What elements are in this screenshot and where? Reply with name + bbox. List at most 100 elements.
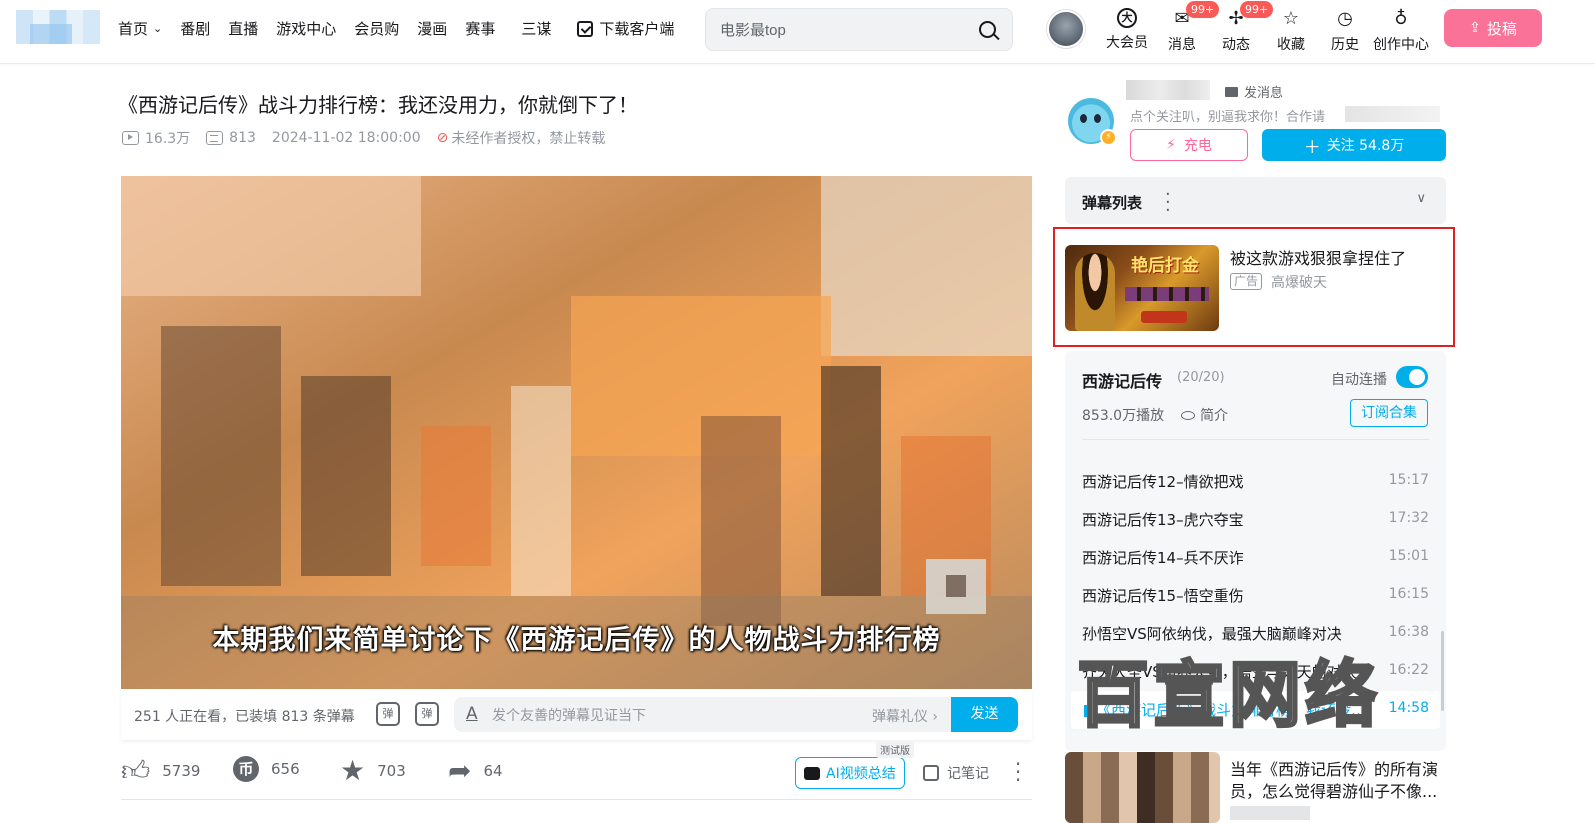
collection-intro-label: 简介 (1200, 408, 1228, 424)
danmaku-settings-button[interactable]: 弹 (415, 702, 439, 726)
upload-label: 投稿 (1486, 19, 1517, 38)
autoplay-toggle[interactable] (1396, 366, 1428, 388)
nav-home[interactable]: 首页 ⌄ (118, 18, 162, 39)
dynamic-button[interactable]: ✢ 99+ 动态 (1210, 1, 1274, 54)
episode-title: 西游记后传13–虎穴夺宝 (1082, 511, 1244, 529)
message-button[interactable]: ✉ 99+ 消息 (1156, 1, 1220, 54)
danmaku-icon (206, 131, 224, 145)
history-label: 历史 (1331, 37, 1359, 53)
more-vertical-icon[interactable]: · · · (1165, 186, 1171, 220)
autoplay-label: 自动连播 (1331, 372, 1387, 388)
send-danmaku-button[interactable]: 发送 (951, 697, 1018, 732)
search-box (705, 8, 1013, 51)
favorite-count: 703 (377, 762, 406, 780)
chevron-down-icon[interactable]: ∨ (1416, 191, 1426, 206)
recommend-thumbnail[interactable] (1065, 752, 1220, 823)
site-logo[interactable] (16, 10, 100, 44)
charge-label: 充电 (1183, 138, 1212, 154)
charge-button[interactable]: ⚡ 充电 (1130, 129, 1248, 161)
nav-game-center-label: 游戏中心 (276, 20, 337, 38)
video-actions: 👍︎ 5739 币 656 ★ 703 ➦ 64 AI视频总结 测试版 记笔记 … (121, 741, 1032, 794)
view-count: 16.3万 (122, 128, 190, 148)
nav-anime[interactable]: 番剧 (180, 18, 210, 39)
episode-duration: 16:15 (1388, 586, 1429, 602)
episode-item[interactable]: 西游记后传12–情欲把戏 15:17 (1082, 471, 1429, 495)
nav-esports[interactable]: 赛事 (465, 18, 495, 39)
nav-sanmou-label: 三谋 (521, 20, 552, 38)
danmaku-input[interactable] (492, 705, 852, 725)
nav-shop[interactable]: 会员购 (354, 18, 399, 39)
favorites-button[interactable]: ☆ 收藏 (1265, 8, 1317, 54)
search-input[interactable] (720, 19, 970, 41)
download-client-link[interactable]: 下载客户端 (577, 18, 674, 39)
like-button[interactable]: 👍︎ 5739 (121, 756, 200, 786)
danmaku-bar: 251 人正在看，已装填 813 条弹幕 弹 弹 A 弹幕礼仪 › 发送 (121, 689, 1032, 740)
copyright-notice-text: 未经作者授权，禁止转载 (451, 131, 606, 147)
subscribe-collection-button[interactable]: 订阅合集 (1350, 399, 1428, 427)
user-avatar[interactable] (1047, 10, 1085, 48)
nav-manga[interactable]: 漫画 (417, 18, 447, 39)
ai-summary-button[interactable]: AI视频总结 (795, 757, 905, 789)
danmaku-toggle-button[interactable]: 弹 (376, 702, 400, 726)
notes-button[interactable]: 记笔记 (923, 763, 989, 783)
collection-title[interactable]: 西游记后传 (1082, 368, 1162, 392)
recommend-card[interactable]: 当年《西游记后传》的所有演员，怎么觉得碧游仙子不像... (1065, 752, 1446, 823)
collection-divider (1082, 439, 1429, 440)
vip-icon: 大 (1117, 8, 1137, 28)
danmaku-etiquette-link[interactable]: 弹幕礼仪 › (872, 706, 938, 726)
danmaku-list-panel[interactable]: 弹幕列表 · · · ∨ (1065, 177, 1446, 224)
favorite-button[interactable]: ★ 703 (340, 756, 406, 786)
danmaku-count-value: 813 (229, 130, 256, 146)
ad-item-icons (1125, 287, 1209, 301)
nav-sanmou[interactable]: 三谋 (521, 18, 551, 39)
favorites-label: 收藏 (1277, 37, 1305, 53)
verified-badge-icon: ⚡ (1100, 129, 1117, 146)
video-frame (121, 176, 1032, 689)
video-player[interactable]: 本期我们来简单讨论下《西游记后传》的人物战斗力排行榜 (121, 176, 1032, 689)
font-style-icon[interactable]: A (466, 704, 478, 724)
collection-scrollbar[interactable] (1441, 631, 1444, 711)
creator-center-button[interactable]: ♁ 创作中心 (1370, 8, 1432, 54)
ad-card[interactable]: 艳后打金 被这款游戏狠狠拿捏住了 广告 高爆破天 (1053, 227, 1455, 347)
follow-button[interactable]: ＋ 关注 54.8万 (1262, 129, 1446, 161)
uploader-name-blurred[interactable] (1126, 80, 1210, 100)
episode-duration: 16:38 (1388, 624, 1429, 640)
send-message-link[interactable]: 发消息 (1225, 82, 1283, 101)
notes-icon (923, 765, 939, 781)
episode-duration: 14:58 (1388, 700, 1429, 716)
collection-count: (20/20) (1177, 370, 1225, 385)
clock-icon: ◷ (1337, 8, 1353, 29)
ai-summary-label: AI视频总结 (826, 766, 896, 782)
episode-item[interactable]: 西游记后传14–兵不厌诈 15:01 (1082, 547, 1429, 571)
episode-item[interactable]: 西游记后传13–虎穴夺宝 17:32 (1082, 509, 1429, 533)
share-button[interactable]: ➦ 64 (448, 756, 503, 786)
recommend-title[interactable]: 当年《西游记后传》的所有演员，怎么觉得碧游仙子不像... (1230, 759, 1446, 803)
history-button[interactable]: ◷ 历史 (1319, 8, 1371, 54)
more-options-icon[interactable]: · · · (1014, 754, 1022, 790)
episode-item[interactable]: 西游记后传15–悟空重伤 16:15 (1082, 585, 1429, 609)
main-nav: 首页 ⌄ 番剧 直播 游戏中心 会员购 漫画 赛事 三谋 下载客户端 (118, 18, 692, 39)
danmaku-count: 813 (206, 130, 256, 146)
search-icon[interactable] (979, 21, 996, 38)
collection-intro-link[interactable]: 简介 (1181, 405, 1228, 425)
danmaku-list-title: 弹幕列表 (1082, 194, 1143, 212)
video-meta: 16.3万 813 2024-11-02 18:00:00 ⊘ 未经作者授权，禁… (122, 128, 621, 148)
ad-title[interactable]: 被这款游戏狠狠拿捏住了 (1230, 245, 1406, 269)
nav-anime-label: 番剧 (180, 20, 211, 38)
ad-thumbnail[interactable]: 艳后打金 (1065, 245, 1219, 331)
episode-duration: 15:17 (1388, 472, 1429, 488)
send-message-label: 发消息 (1244, 86, 1284, 101)
coin-button[interactable]: 币 656 (233, 756, 300, 782)
plus-icon: ＋ (1303, 137, 1321, 158)
nav-live[interactable]: 直播 (228, 18, 258, 39)
uploader-avatar[interactable]: ⚡ (1066, 96, 1117, 146)
ad-play-button-graphic (1141, 311, 1187, 323)
forbidden-icon: ⊘ (436, 130, 449, 146)
vip-button[interactable]: 大 大会员 (1101, 8, 1153, 52)
upload-button[interactable]: ⇪ 投稿 (1444, 9, 1542, 47)
viewer-count-text: 251 人正在看，已装填 813 条弹幕 (134, 709, 355, 725)
thumbs-up-icon: 👍︎ (121, 754, 151, 787)
recommend-author-blurred (1230, 806, 1310, 820)
nav-game-center[interactable]: 游戏中心 (276, 18, 336, 39)
lightning-icon: ⚡ (1166, 137, 1176, 153)
